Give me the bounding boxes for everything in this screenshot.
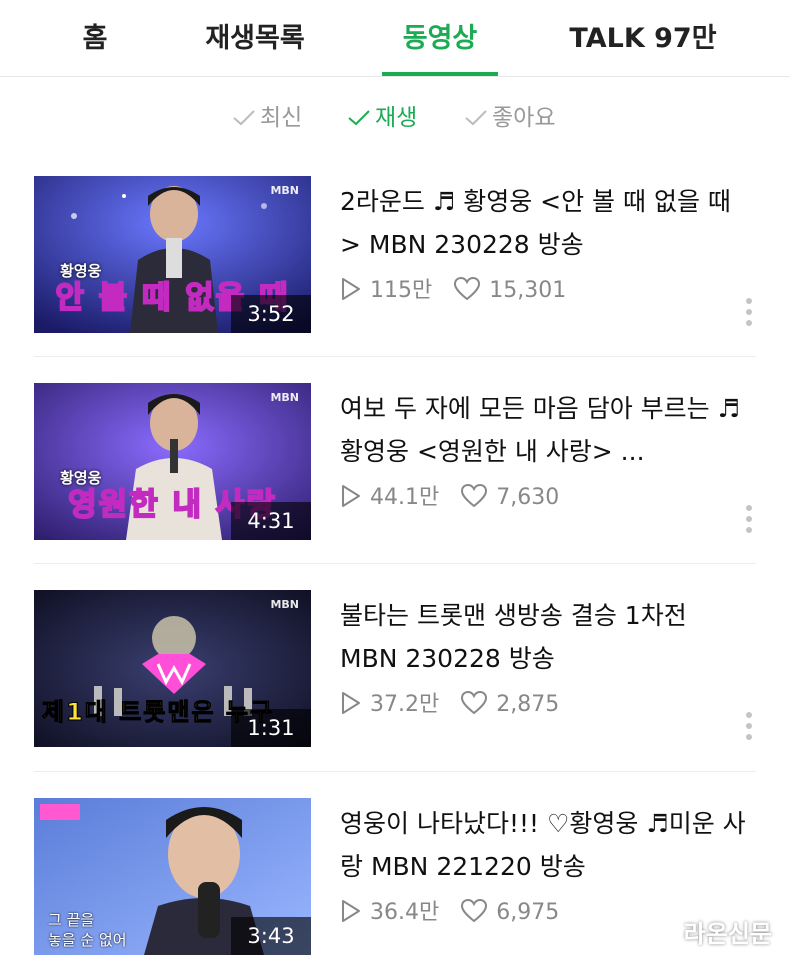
heart-icon <box>454 276 481 301</box>
heart-icon <box>461 483 488 508</box>
video-item[interactable]: 그 끝을 놓을 순 없어 3:43 영웅이 나타났다!!! ♡황영웅 ♬미운 사… <box>34 798 756 958</box>
heart-icon <box>461 898 488 923</box>
play-icon <box>342 900 360 922</box>
video-thumbnail[interactable]: MBN 황영웅 영원한 내 사랑 4:31 <box>34 383 311 540</box>
video-stats: 44.1만 7,630 <box>340 483 559 513</box>
sort-plays-label: 재생 <box>375 105 418 131</box>
sort-plays[interactable]: 재생 <box>347 96 417 140</box>
like-count: 2,875 <box>496 692 560 717</box>
like-count: 15,301 <box>489 278 567 303</box>
video-item[interactable]: MBN 제1대 트롯맨은 누구 1:31 불타는 트롯맨 생방송 결승 1차전 … <box>34 590 756 750</box>
channel-logo: MBN <box>270 391 299 404</box>
watermark: 라온신문 <box>683 920 772 948</box>
video-duration: 4:31 <box>231 502 311 540</box>
sort-likes-label: 좋아요 <box>492 105 556 131</box>
play-icon <box>342 485 360 507</box>
thumbnail-subtitle-line: 그 끝을 <box>48 911 95 929</box>
video-thumbnail[interactable]: 그 끝을 놓을 순 없어 3:43 <box>34 798 311 955</box>
video-thumbnail[interactable]: MBN 황영웅 안 볼 때 없을 때 3:52 <box>34 176 311 333</box>
tab-playlists[interactable]: 재생목록 <box>185 0 325 76</box>
check-icon <box>465 110 487 126</box>
video-stats: 115만 15,301 <box>340 276 566 306</box>
video-duration: 3:52 <box>231 295 311 333</box>
more-options-icon[interactable] <box>742 712 756 746</box>
divider <box>34 356 756 357</box>
video-stats: 37.2만 2,875 <box>340 690 559 720</box>
video-title[interactable]: 불타는 트롯맨 생방송 결승 1차전 MBN 230228 방송 <box>340 594 750 680</box>
active-tab-indicator <box>382 72 498 76</box>
divider <box>34 563 756 564</box>
sort-likes[interactable]: 좋아요 <box>464 96 555 140</box>
view-count: 44.1만 <box>370 485 440 510</box>
video-duration: 1:31 <box>231 709 311 747</box>
more-options-icon[interactable] <box>742 505 756 539</box>
video-title[interactable]: 2라운드 ♬ 황영웅 <안 볼 때 없을 때> MBN 230228 방송 <box>340 180 750 266</box>
thumbnail-subtitle-line: 놓을 순 없어 <box>48 931 127 949</box>
channel-logo: MBN <box>270 598 299 611</box>
tab-videos[interactable]: 동영상 <box>382 0 498 76</box>
heart-icon <box>461 690 488 715</box>
like-count: 6,975 <box>496 900 560 925</box>
channel-logo: MBN <box>270 184 299 197</box>
video-item[interactable]: MBN 황영웅 안 볼 때 없을 때 3:52 2라운드 ♬ 황영웅 <안 볼 … <box>34 176 756 336</box>
tab-home[interactable]: 홈 <box>50 0 140 76</box>
video-title[interactable]: 여보 두 자에 모든 마음 담아 부르는 ♬황영웅 <영원한 내 사랑> ... <box>340 387 750 473</box>
tab-talk[interactable]: TALK 97만 <box>558 0 728 76</box>
view-count: 36.4만 <box>370 900 440 925</box>
play-icon <box>342 692 360 714</box>
check-icon <box>348 110 370 126</box>
divider <box>34 771 756 772</box>
video-item[interactable]: MBN 황영웅 영원한 내 사랑 4:31 여보 두 자에 모든 마음 담아 부… <box>34 383 756 543</box>
video-title[interactable]: 영웅이 나타났다!!! ♡황영웅 ♬미운 사랑 MBN 221220 방송 <box>340 802 750 888</box>
play-icon <box>342 278 360 300</box>
video-duration: 3:43 <box>231 917 311 955</box>
sort-latest-label: 최신 <box>260 105 303 131</box>
video-thumbnail[interactable]: MBN 제1대 트롯맨은 누구 1:31 <box>34 590 311 747</box>
channel-tab-bar: 홈 재생목록 동영상 TALK 97만 <box>0 0 790 77</box>
check-icon <box>233 110 255 126</box>
view-count: 37.2만 <box>370 692 440 717</box>
view-count: 115만 <box>370 278 433 303</box>
more-options-icon[interactable] <box>742 298 756 332</box>
sort-latest[interactable]: 최신 <box>232 96 302 140</box>
like-count: 7,630 <box>496 485 560 510</box>
video-stats: 36.4만 6,975 <box>340 898 559 928</box>
